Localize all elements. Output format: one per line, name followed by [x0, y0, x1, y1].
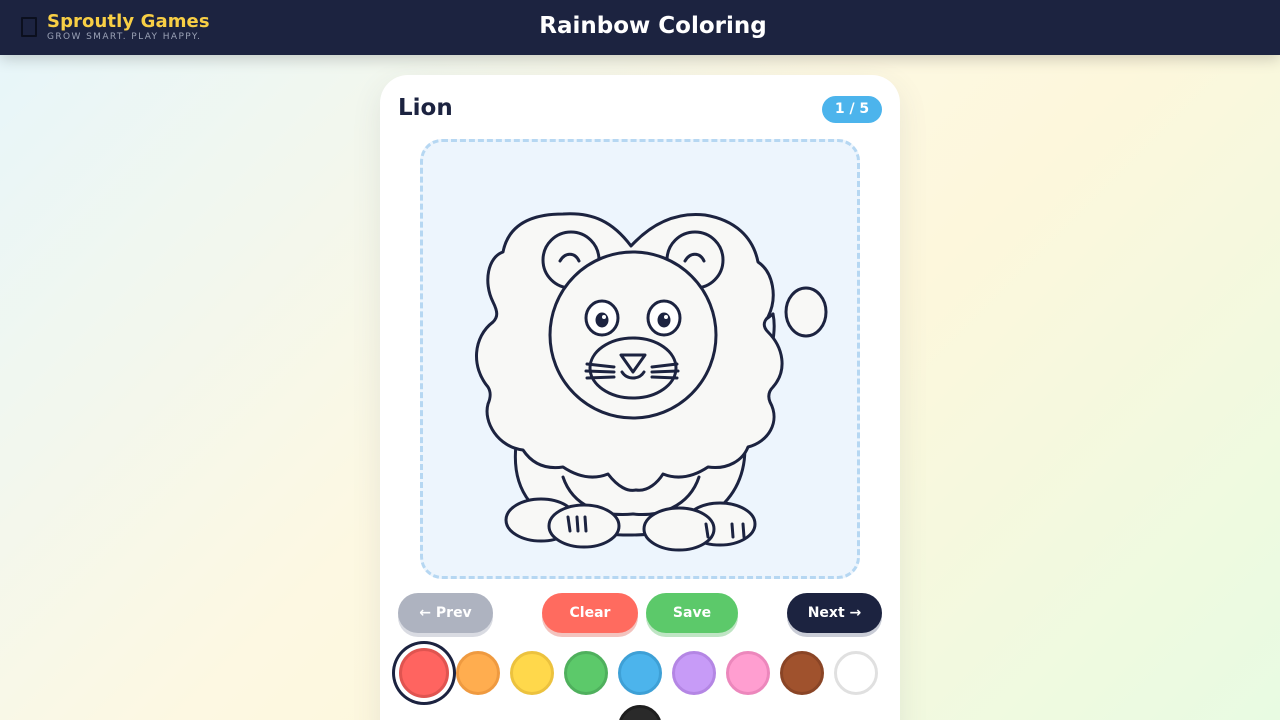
next-button[interactable]: Next →	[787, 593, 882, 633]
color-swatch-brown[interactable]	[780, 651, 824, 695]
color-swatch-pink[interactable]	[726, 651, 770, 695]
coloring-card: Lion 1 / 5 ← Prev Clear Save Next →	[380, 75, 900, 720]
color-swatch-white[interactable]	[834, 651, 878, 695]
picture-title: Lion	[398, 95, 453, 121]
lion-front-right-paw[interactable]	[642, 506, 716, 552]
color-swatch-blue[interactable]	[618, 651, 662, 695]
lion-drawing[interactable]	[423, 142, 857, 576]
page-title: Rainbow Coloring	[539, 13, 767, 39]
save-button[interactable]: Save	[646, 593, 738, 633]
page-counter-badge: 1 / 5	[822, 96, 882, 123]
color-swatch-black[interactable]	[618, 705, 662, 720]
color-swatch-green[interactable]	[564, 651, 608, 695]
lion-tail-tuft[interactable]	[784, 286, 828, 338]
color-swatch-purple[interactable]	[672, 651, 716, 695]
color-swatch-red[interactable]	[399, 648, 449, 698]
top-bar: Sproutly Games GROW SMART. PLAY HAPPY. R…	[0, 0, 1280, 55]
lion-front-left-paw[interactable]	[547, 503, 621, 549]
clear-button[interactable]: Clear	[542, 593, 638, 633]
color-swatch-orange[interactable]	[456, 651, 500, 695]
color-swatch-yellow[interactable]	[510, 651, 554, 695]
coloring-canvas[interactable]	[420, 139, 860, 579]
prev-button[interactable]: ← Prev	[398, 593, 493, 633]
